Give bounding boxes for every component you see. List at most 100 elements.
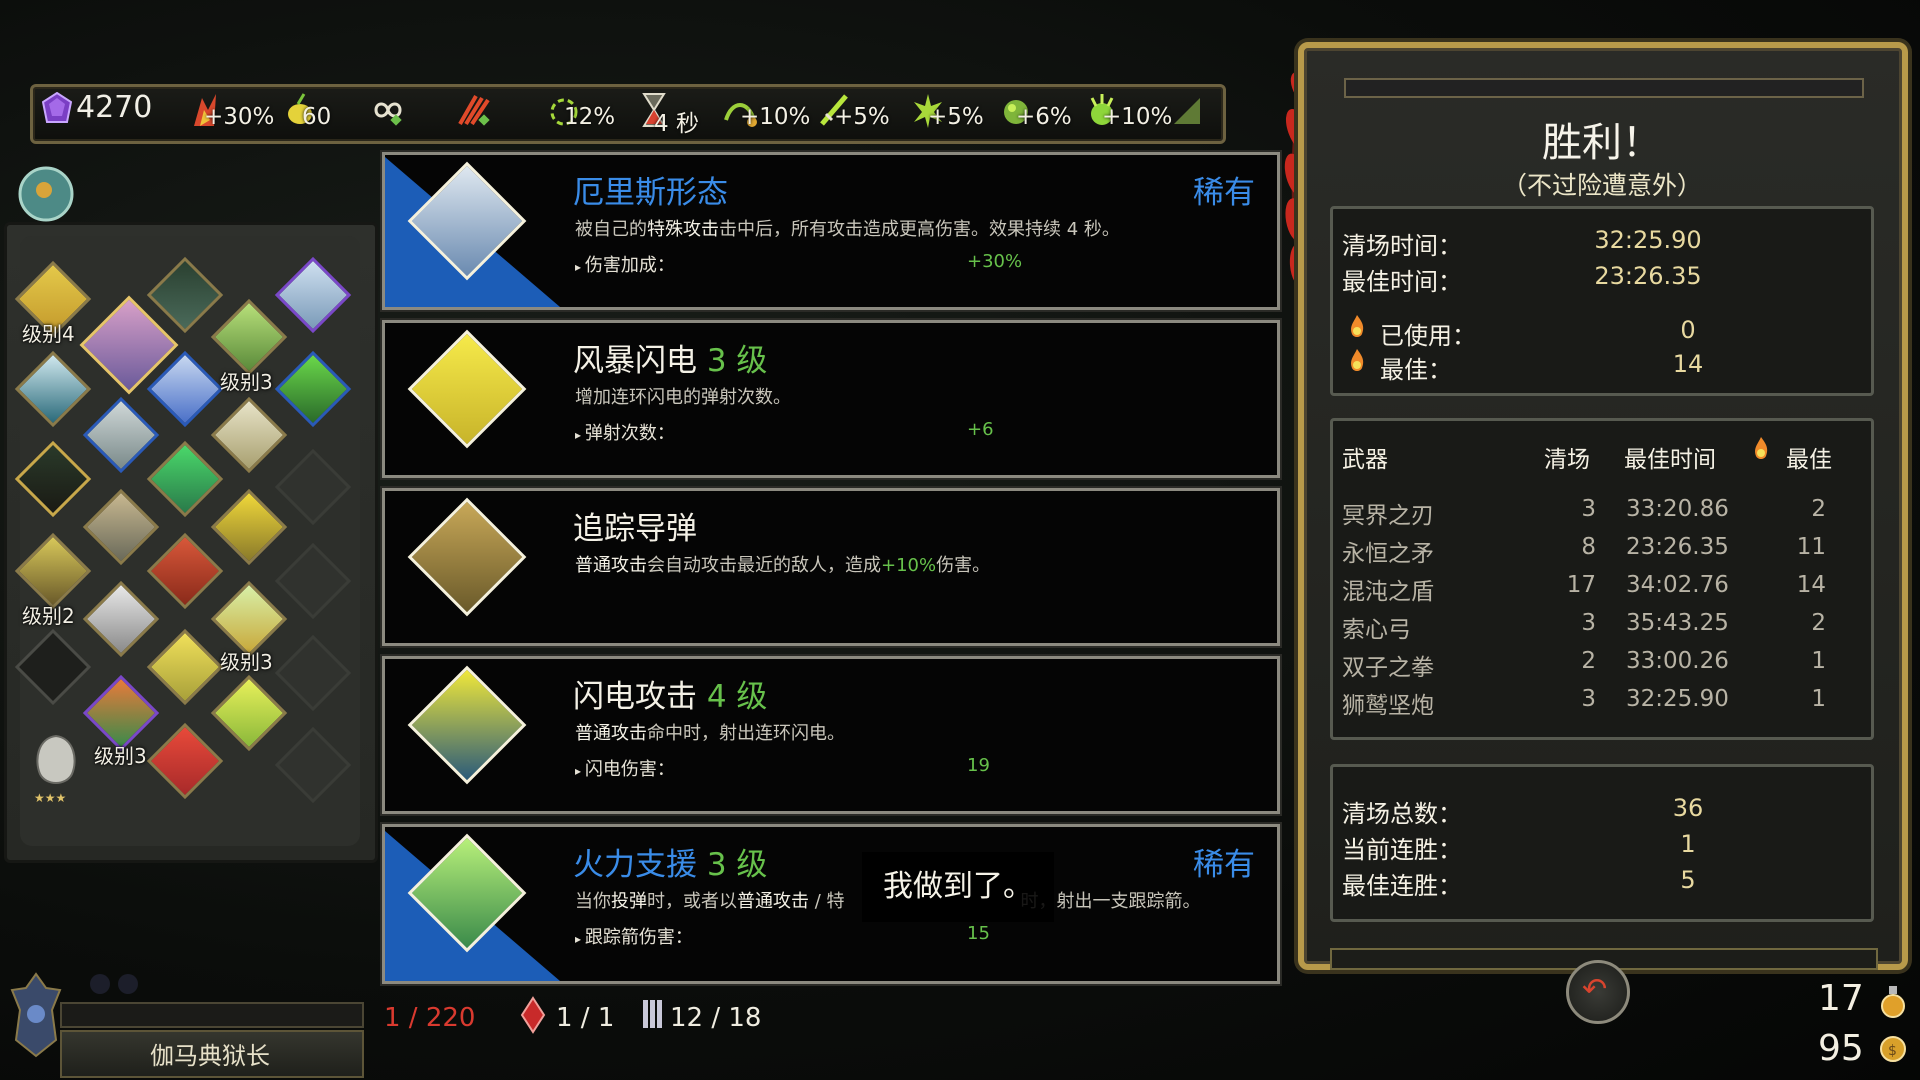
back-arrow-icon: ↶ [1582,972,1608,1007]
best-streak-value: 5 [1680,866,1696,894]
current-streak-label: 当前连胜： [1342,836,1462,864]
weapon-best-heat: 1 [1811,648,1826,674]
col-clears: 清场 [1544,447,1590,473]
boon-title: 火力支援 3 级 [573,847,768,883]
weapon-best-heat: 1 [1811,686,1826,712]
victory-subtitle: （不过险遭意外） [1501,171,1702,200]
clear-time-value: 32:25.90 [1594,226,1702,254]
boon-level-label: 级别3 [220,370,273,394]
weapon-clears: 17 [1566,572,1596,598]
best-time-value: 23:26.35 [1594,262,1702,290]
stat-value: +30% [967,251,1023,272]
boon-card[interactable]: 火力支援 3 级 稀有 当你投弹时，或者以普通攻击 / 特时，射出一支跟踪箭。 … [382,824,1280,984]
stat-value: 15 [967,923,990,944]
svg-text:$: $ [1888,1043,1897,1059]
total-clears-label: 清场总数： [1342,800,1462,828]
pyramid-icon [1174,98,1200,124]
weapon-name: 索心弓 [1342,617,1411,643]
col-weapon: 武器 [1342,447,1388,473]
heat-icon [1351,315,1364,337]
weapon-best-heat: 2 [1811,610,1826,636]
dialogue-subtitle: 我做到了。 [862,852,1054,922]
boon-description: 增加连环闪电的弹射次数。 [575,387,791,408]
weapon-name: 狮鹫坚炮 [1342,693,1434,719]
stat-label: 跟踪箭伤害： [575,923,693,949]
boon-description: 被自己的特殊攻击击中后，所有攻击造成更高伤害。效果持续 4 秒。 [575,219,1120,240]
homing-missile-icon [407,497,527,617]
stat-value: 19 [967,755,990,776]
col-best-heat: 最佳 [1786,447,1832,473]
boon-card[interactable]: 风暴闪电 3 级 增加连环闪电的弹射次数。 弹射次数： +6 [382,320,1280,478]
boon-level-label: 级别3 [220,650,273,674]
heat-icon [1755,437,1768,459]
weapon-best-heat: 11 [1796,534,1826,560]
boon-card[interactable]: 闪电攻击 4 级 普通攻击命中时，射出连环闪电。 闪电伤害： 19 [382,656,1280,814]
boon-title: 厄里斯形态 [573,175,728,211]
weapon-best-time: 23:26.35 [1626,534,1729,560]
best-streak-label: 最佳连胜： [1342,872,1462,900]
weapon-clears: 3 [1581,496,1596,522]
stat-label: 闪电伤害： [575,755,675,781]
weapon-clears: 8 [1581,534,1596,560]
weapon-name: 混沌之盾 [1342,579,1434,605]
boss-phase-icon [90,974,138,994]
weapon-clears: 3 [1581,610,1596,636]
boss-portrait-icon [10,972,62,1058]
companion-icon: ★★★ [34,734,76,805]
stat-value: +6 [967,419,994,440]
infinity-icon [374,102,402,126]
claw-icon [458,95,490,126]
storm-lightning-icon [407,329,527,449]
ammo-icon [643,1000,662,1028]
weapon-best-time: 35:43.25 [1626,610,1729,636]
stat-label: 弹射次数： [575,419,675,445]
weapon-clears: 2 [1581,648,1596,674]
boon-card[interactable]: 追踪导弹 普通攻击会自动攻击最近的敌人，造成+10%伤害。 [382,488,1280,646]
best-time-label: 最佳时间： [1342,268,1462,296]
weapon-name: 永恒之矛 [1342,541,1434,567]
weapon-clears: 3 [1581,686,1596,712]
death-defiance-counter: 1 / 1 [556,1003,615,1033]
health-counter: 1 / 220 [384,1003,476,1033]
boss-name: 伽马典狱长 [150,1042,270,1070]
heat-used-label: 已使用： [1380,322,1476,350]
boon-description: 普通攻击会自动攻击最近的敌人，造成+10%伤害。 [575,555,991,576]
weapon-best-heat: 14 [1796,572,1826,598]
weapon-best-heat: 2 [1811,496,1826,522]
victory-title: 胜利！ [1542,120,1662,166]
boon-level-label: 级别3 [94,744,147,768]
stat-label: 伤害加成： [575,251,675,277]
svg-text:★★★: ★★★ [34,791,66,805]
col-best-time: 最佳时间 [1624,447,1716,473]
boon-level-label: 级别4 [22,322,75,346]
heat-best-value: 14 [1672,350,1704,378]
clear-time-label: 清场时间： [1342,232,1462,260]
boon-title: 闪电攻击 4 级 [573,679,768,715]
rarity-label: 稀有 [1193,847,1255,883]
panel-header-bar [1344,78,1864,98]
boon-title: 追踪导弹 [573,511,697,547]
weapon-name: 冥界之刃 [1342,503,1434,529]
boon-description: 普通攻击命中时，射出连环闪电。 [575,723,845,744]
weapon-name: 双子之拳 [1342,655,1434,681]
heat-used-value: 0 [1680,316,1696,344]
boss-health-bar [60,1002,364,1028]
rarity-label: 稀有 [1193,175,1255,211]
boon-level-label: 级别2 [22,604,75,628]
key-count: 95 [1818,1028,1864,1069]
coin-icon: $ [1880,1036,1906,1062]
ammo-counter: 12 / 18 [670,1003,762,1033]
gem-count: 4270 [76,90,153,125]
potion-icon [1881,986,1905,1018]
weapon-best-time: 33:20.86 [1626,496,1729,522]
boon-card[interactable]: 厄里斯形态 稀有 被自己的特殊攻击击中后，所有攻击造成更高伤害。效果持续 4 秒… [382,152,1280,310]
weapon-best-time: 32:25.90 [1626,686,1729,712]
lightning-attack-icon [407,665,527,785]
heat-best-label: 最佳： [1380,356,1452,384]
current-streak-value: 1 [1680,830,1696,858]
obol-count: 17 [1818,978,1864,1019]
weapon-best-time: 33:00.26 [1626,648,1729,674]
total-clears-value: 36 [1672,794,1704,822]
boon-title: 风暴闪电 3 级 [573,343,768,379]
death-defiance-icon [520,996,546,1034]
